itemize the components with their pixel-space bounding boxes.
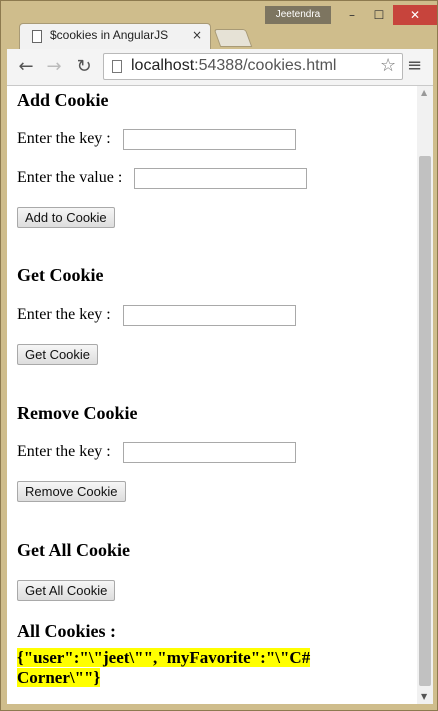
- add-key-input[interactable]: [123, 129, 296, 150]
- get-cookie-heading: Get Cookie: [17, 265, 104, 285]
- add-value-input[interactable]: [134, 168, 307, 189]
- tab-title: $cookies in AngularJS: [50, 28, 169, 42]
- back-arrow-icon[interactable]: ←: [15, 56, 37, 78]
- browser-toolbar: ← → ↻ localhost:54388/cookies.html ☆ ≡: [7, 49, 433, 86]
- browser-window: Jeetendra – ☐ ✕ $cookies in AngularJS × …: [0, 0, 438, 711]
- add-to-cookie-button[interactable]: Add to Cookie: [17, 207, 115, 228]
- user-badge[interactable]: Jeetendra: [265, 6, 331, 24]
- remove-cookie-button[interactable]: Remove Cookie: [17, 481, 126, 502]
- reload-icon[interactable]: ↻: [73, 56, 95, 78]
- browser-tab[interactable]: $cookies in AngularJS ×: [19, 23, 211, 49]
- all-cookies-output: {"user":"\"jeet\"","myFavorite":"\"C# Co…: [17, 648, 347, 688]
- vertical-scrollbar[interactable]: ▲ ▼: [417, 86, 433, 704]
- scroll-up-icon[interactable]: ▲: [421, 88, 427, 97]
- add-key-label: Enter the key :: [17, 130, 111, 147]
- tab-close-icon[interactable]: ×: [192, 28, 202, 42]
- forward-arrow-icon[interactable]: →: [43, 56, 65, 78]
- address-bar[interactable]: localhost:54388/cookies.html ☆: [103, 53, 403, 80]
- url-text: localhost:54388/cookies.html: [131, 57, 337, 74]
- bookmark-star-icon[interactable]: ☆: [380, 55, 396, 76]
- page-icon: [112, 60, 122, 73]
- all-cookies-value: {"user":"\"jeet\"","myFavorite":"\"C# Co…: [17, 648, 311, 687]
- scroll-down-icon[interactable]: ▼: [421, 692, 427, 701]
- get-all-cookie-heading: Get All Cookie: [17, 540, 130, 560]
- get-cookie-button[interactable]: Get Cookie: [17, 344, 99, 365]
- remove-key-input[interactable]: [123, 442, 296, 463]
- add-cookie-heading: Add Cookie: [17, 90, 109, 110]
- get-all-cookie-button[interactable]: Get All Cookie: [17, 580, 116, 601]
- remove-key-label: Enter the key :: [17, 443, 111, 460]
- minimize-button[interactable]: –: [339, 5, 365, 25]
- remove-cookie-heading: Remove Cookie: [17, 403, 138, 423]
- scrollbar-thumb[interactable]: [419, 156, 431, 686]
- add-value-label: Enter the value :: [17, 169, 123, 186]
- close-window-button[interactable]: ✕: [393, 5, 437, 25]
- get-key-input[interactable]: [123, 305, 296, 326]
- all-cookies-label: All Cookies :: [17, 621, 116, 641]
- get-key-label: Enter the key :: [17, 306, 111, 323]
- menu-icon[interactable]: ≡: [407, 55, 422, 76]
- maximize-button[interactable]: ☐: [366, 5, 392, 25]
- page-icon: [32, 30, 42, 43]
- page-content: Add Cookie Enter the key : Enter the val…: [7, 86, 417, 704]
- new-tab-button[interactable]: [213, 29, 253, 47]
